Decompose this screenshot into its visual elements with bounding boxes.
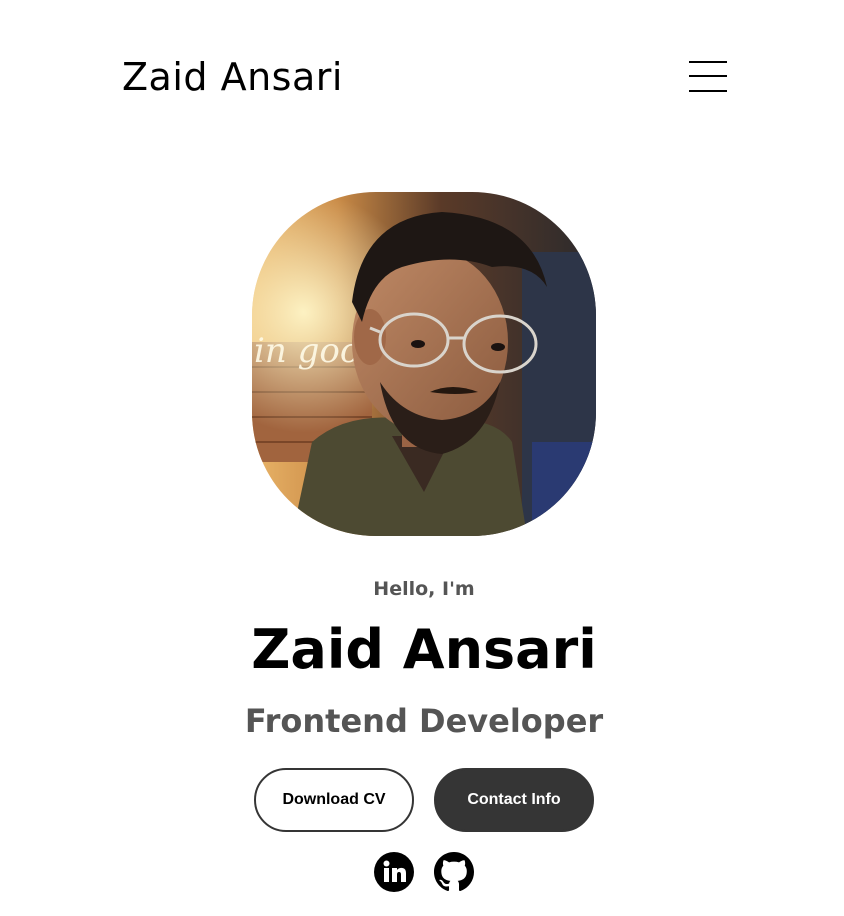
hamburger-bar [689, 75, 727, 77]
profile-photo: in goo [252, 192, 596, 536]
svg-text:in goo: in goo [254, 331, 360, 371]
profile-picture: in goo [252, 192, 596, 536]
hamburger-bar [689, 61, 727, 63]
linkedin-icon[interactable] [374, 852, 414, 892]
hero-role: Frontend Developer [244, 702, 604, 740]
download-cv-button[interactable]: Download CV [254, 768, 414, 832]
hamburger-bar [689, 90, 727, 92]
greeting-text: Hello, I'm [373, 578, 475, 600]
site-logo[interactable]: Zaid Ansari [122, 52, 343, 102]
github-icon[interactable] [434, 852, 474, 892]
hamburger-menu-icon[interactable] [689, 61, 727, 93]
contact-info-button[interactable]: Contact Info [434, 768, 594, 832]
hero-name: Zaid Ansari [251, 618, 597, 681]
